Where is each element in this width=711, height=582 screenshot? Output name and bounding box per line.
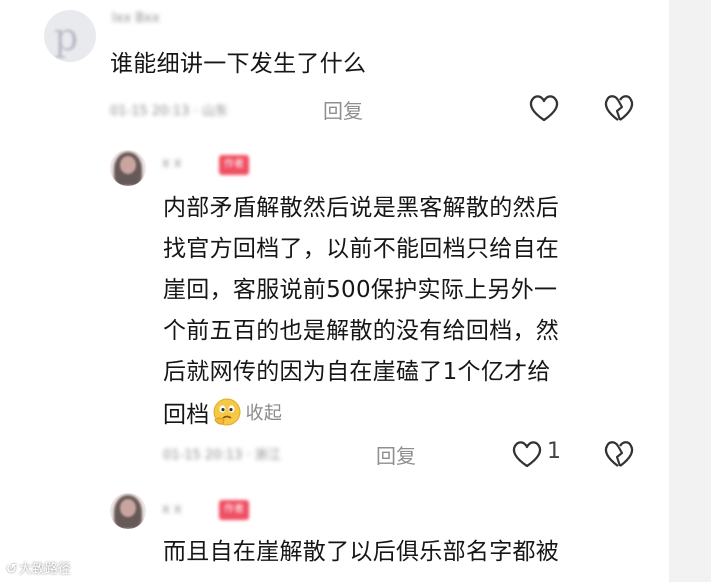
reply-button[interactable]: 回复 [323,95,363,124]
broken-heart-icon[interactable] [603,439,635,469]
author-tag: 作者 [219,500,249,520]
watermark-text: 大致路径 [18,562,71,577]
comment-text: 内部矛盾解散然后说是黑客解散的然后 找官方回档了，以前不能回档只给自在 崖回，客… [163,188,559,436]
comment-line: 崖回，客服说前500保护实际上另外一 [163,277,558,303]
comment-line: 内部矛盾解散然后说是黑客解散的然后 [163,195,560,221]
comment-text: 而且自在崖解散了以后俱乐部名字都被 [163,532,559,573]
comment-meta: 01-15 20:13 · 山东 [110,104,228,119]
heart-outline-icon[interactable] [528,93,560,123]
avatar[interactable] [110,150,146,186]
collapse-button[interactable]: 收起 [246,403,283,424]
like-count: 1 [547,439,561,464]
comment-line: 回档 [163,402,210,428]
avatar[interactable] [110,493,146,529]
thinking-face-emoji [213,398,241,426]
comment-line-last: 回档 收起 [163,393,559,436]
author-tag: 作者 [219,155,249,175]
username[interactable]: x x [162,502,182,517]
heart-outline-icon[interactable] [511,439,543,469]
comment-text: 谁能细讲一下发生了什么 [110,51,367,77]
broken-heart-icon[interactable] [603,93,635,123]
comment-line: 个前五百的也是解散的没有给回档，然 [163,318,560,344]
comment-line: 后就网传的因为自在崖磕了1个亿才给 [163,359,551,385]
comment-meta: 01-15 20:13 · 浙江 [163,448,281,463]
reply-button[interactable]: 回复 [376,440,416,469]
comment-line: 找官方回档了，以前不能回档只给自在 [163,236,560,262]
username[interactable]: Ixx Bxx [112,11,160,26]
username[interactable]: x x [162,156,182,171]
right-edge-panel [669,0,711,582]
watermark: ↺ 大致路径 [6,562,71,577]
avatar[interactable]: p [44,10,96,62]
comment-line: 而且自在崖解散了以后俱乐部名字都被 [163,539,560,565]
